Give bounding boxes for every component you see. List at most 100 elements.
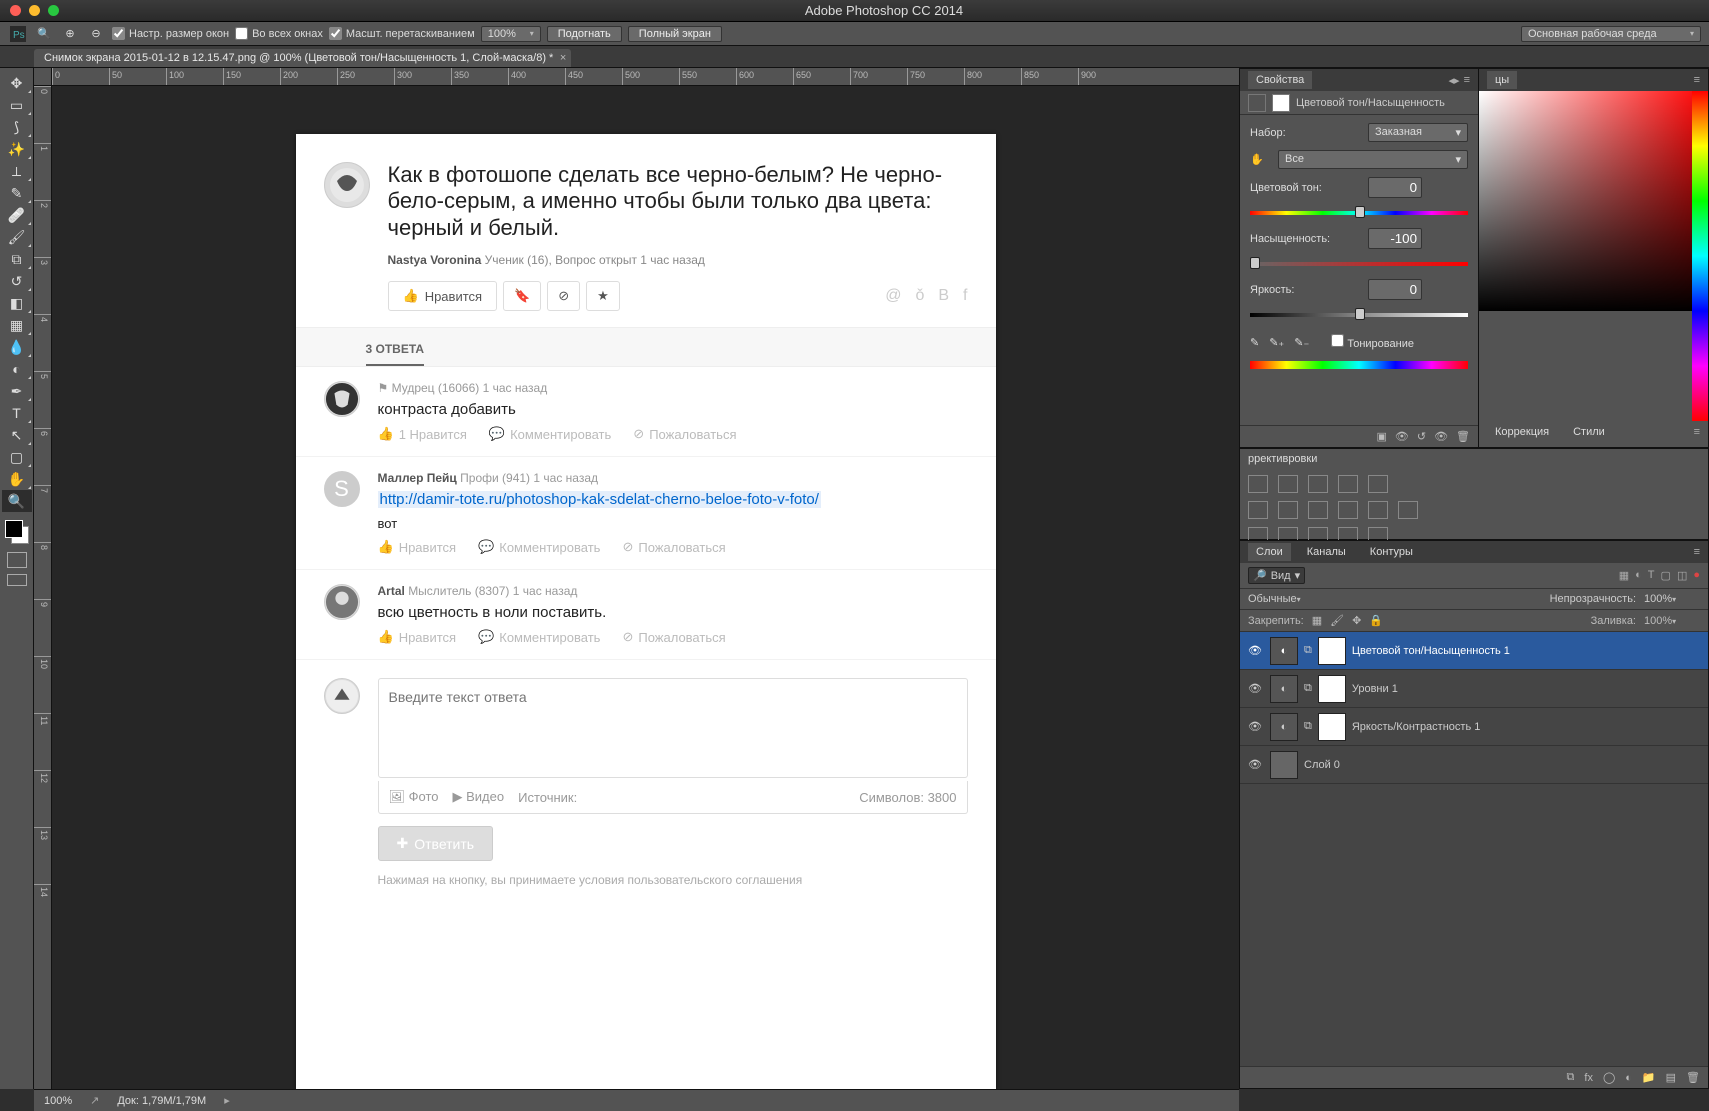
canvas[interactable]: Как в фотошопе сделать все черно-белым? … — [52, 86, 1239, 1089]
scrubby-zoom-checkbox[interactable]: Масшт. перетаскиванием — [329, 27, 475, 40]
zoom-tool-icon[interactable]: 🔍 — [2, 490, 32, 512]
filter-smart-icon[interactable]: ◫ — [1677, 569, 1687, 582]
lock-trans-icon[interactable]: ▦ — [1312, 614, 1322, 627]
adj-brightness-icon[interactable] — [1248, 475, 1268, 493]
answer-comment-button[interactable]: 💬 Комментировать — [489, 426, 611, 442]
adj-photofilter-icon[interactable] — [1338, 501, 1358, 519]
blur-tool-icon[interactable]: 💧 — [2, 336, 32, 358]
hue-slider[interactable] — [1250, 206, 1468, 220]
answer-complain-button[interactable]: ⊘ Пожаловаться — [622, 629, 725, 645]
hand-scrubber-icon[interactable]: ✋ — [1250, 153, 1270, 166]
shape-tool-icon[interactable]: ▢ — [2, 446, 32, 468]
hue-range-slider[interactable] — [1250, 358, 1468, 372]
adj-bw-icon[interactable] — [1308, 501, 1328, 519]
panel-collapse-icon[interactable]: ◂▸ — [1449, 74, 1460, 87]
layer-mask-icon[interactable] — [1318, 675, 1346, 703]
filter-type-icon[interactable]: T — [1648, 569, 1655, 582]
layer-filter-dropdown[interactable]: 🔎 Вид ▾ — [1248, 567, 1305, 584]
healing-brush-tool-icon[interactable]: 🩹 — [2, 204, 32, 226]
layer-row[interactable]: 👁◐⧉Уровни 1 — [1240, 670, 1708, 708]
star-button[interactable]: ★ — [586, 281, 620, 311]
colorize-checkbox[interactable]: Тонирование — [1331, 334, 1414, 350]
zoom-level-dropdown[interactable]: 100%▾ — [481, 26, 541, 42]
visibility-icon[interactable]: 👁 — [1246, 644, 1264, 657]
zoom-in-icon[interactable]: ⊕ — [60, 25, 80, 43]
eyedropper-tool-icon[interactable]: ✎ — [2, 182, 32, 204]
eraser-tool-icon[interactable]: ◧ — [2, 292, 32, 314]
preset-dropdown[interactable]: Заказная▾ — [1368, 123, 1468, 142]
close-tab-icon[interactable]: × — [560, 52, 566, 64]
new-adjustment-icon[interactable]: ◐ — [1625, 1072, 1632, 1084]
share-fb-icon[interactable]: f — [963, 287, 967, 305]
layer-mask-icon[interactable] — [1318, 713, 1346, 741]
paths-tab[interactable]: Контуры — [1362, 543, 1421, 561]
fullscreen-button[interactable]: Полный экран — [628, 26, 722, 42]
reply-textarea[interactable] — [378, 678, 968, 778]
reset-icon[interactable]: ↺ — [1417, 430, 1426, 443]
like-button[interactable]: 👍 Нравится — [388, 281, 498, 311]
hue-input[interactable] — [1368, 177, 1422, 198]
styles-tab[interactable]: Стили — [1565, 423, 1613, 441]
visibility-icon[interactable]: 👁 — [1246, 682, 1264, 695]
marquee-tool-icon[interactable]: ▭ — [2, 94, 32, 116]
fit-screen-button[interactable]: Подогнать — [547, 26, 622, 42]
dodge-tool-icon[interactable]: ◐ — [2, 358, 32, 380]
answer-complain-button[interactable]: ⊘ Пожаловаться — [633, 426, 736, 442]
zoom-tool-icon[interactable]: 🔍 — [34, 25, 54, 43]
submit-reply-button[interactable]: ✚ Ответить — [378, 826, 494, 861]
lock-all-icon[interactable]: 🔒 — [1369, 614, 1383, 627]
corrections-tab[interactable]: Коррекция — [1487, 423, 1557, 441]
pen-tool-icon[interactable]: ✒ — [2, 380, 32, 402]
quick-mask-icon[interactable] — [7, 552, 27, 568]
adj-colorlookup-icon[interactable] — [1398, 501, 1418, 519]
toggle-visibility-icon[interactable]: 👁 — [1434, 430, 1448, 443]
adj-colorbalance-icon[interactable] — [1278, 501, 1298, 519]
clone-stamp-tool-icon[interactable]: ⧉ — [2, 248, 32, 270]
document-tab[interactable]: Снимок экрана 2015-01-12 в 12.15.47.png … — [34, 49, 571, 67]
move-tool-icon[interactable]: ✥ — [2, 72, 32, 94]
history-brush-tool-icon[interactable]: ↺ — [2, 270, 32, 292]
layer-row[interactable]: 👁◐⧉Яркость/Контрастность 1 — [1240, 708, 1708, 746]
fill-input[interactable]: 100%▾ — [1644, 615, 1700, 627]
minimize-icon[interactable] — [29, 5, 40, 16]
saturation-input[interactable] — [1368, 228, 1422, 249]
hand-tool-icon[interactable]: ✋ — [2, 468, 32, 490]
share-ok-icon[interactable]: ǒ — [915, 287, 924, 305]
adj-huesat-icon[interactable] — [1248, 501, 1268, 519]
panel-menu-icon[interactable]: ≡ — [1694, 546, 1700, 558]
answer-link[interactable]: http://damir-tote.ru/photoshop-kak-sdela… — [378, 491, 821, 508]
color-field[interactable] — [1479, 91, 1708, 421]
new-group-icon[interactable]: 📁 — [1642, 1071, 1656, 1084]
lock-move-icon[interactable]: ✥ — [1352, 614, 1361, 627]
layer-name[interactable]: Слой 0 — [1304, 759, 1340, 771]
answer-complain-button[interactable]: ⊘ Пожаловаться — [622, 539, 725, 555]
view-prev-icon[interactable]: 👁 — [1395, 430, 1409, 443]
filter-shape-icon[interactable]: ▢ — [1661, 569, 1671, 582]
new-layer-icon[interactable]: ▤ — [1666, 1071, 1676, 1084]
path-select-tool-icon[interactable]: ↖ — [2, 424, 32, 446]
share-vk-icon[interactable]: В — [938, 287, 949, 305]
layer-name[interactable]: Яркость/Контрастность 1 — [1352, 721, 1481, 733]
answer-like-button[interactable]: 👍 1 Нравится — [378, 426, 467, 442]
panel-menu-icon[interactable]: ≡ — [1464, 74, 1470, 87]
zoom-out-icon[interactable]: ⊖ — [86, 25, 106, 43]
layer-mask-icon[interactable] — [1318, 637, 1346, 665]
clip-to-layer-icon[interactable]: ▣ — [1376, 430, 1386, 443]
brush-tool-icon[interactable]: 🖌 — [2, 226, 32, 248]
channel-dropdown[interactable]: Все▾ — [1278, 150, 1468, 169]
lightness-slider[interactable] — [1250, 308, 1468, 322]
channels-tab[interactable]: Каналы — [1299, 543, 1354, 561]
link-layers-icon[interactable]: ⧉ — [1567, 1071, 1575, 1084]
eyedropper-sub-icon[interactable]: ✎₋ — [1294, 336, 1309, 349]
panel-menu-icon[interactable]: ≡ — [1694, 426, 1700, 438]
attach-video-button[interactable]: ▶ Видео — [453, 789, 505, 805]
visibility-icon[interactable]: 👁 — [1246, 720, 1264, 733]
filter-toggle-icon[interactable]: ● — [1693, 569, 1700, 582]
saturation-slider[interactable] — [1250, 257, 1468, 271]
block-button[interactable]: ⊘ — [547, 281, 580, 311]
bookmark-button[interactable]: 🔖 — [503, 281, 541, 311]
layer-name[interactable]: Уровни 1 — [1352, 683, 1398, 695]
hue-strip[interactable] — [1692, 91, 1708, 421]
gradient-tool-icon[interactable]: ▦ — [2, 314, 32, 336]
screen-mode-icon[interactable] — [7, 574, 27, 586]
